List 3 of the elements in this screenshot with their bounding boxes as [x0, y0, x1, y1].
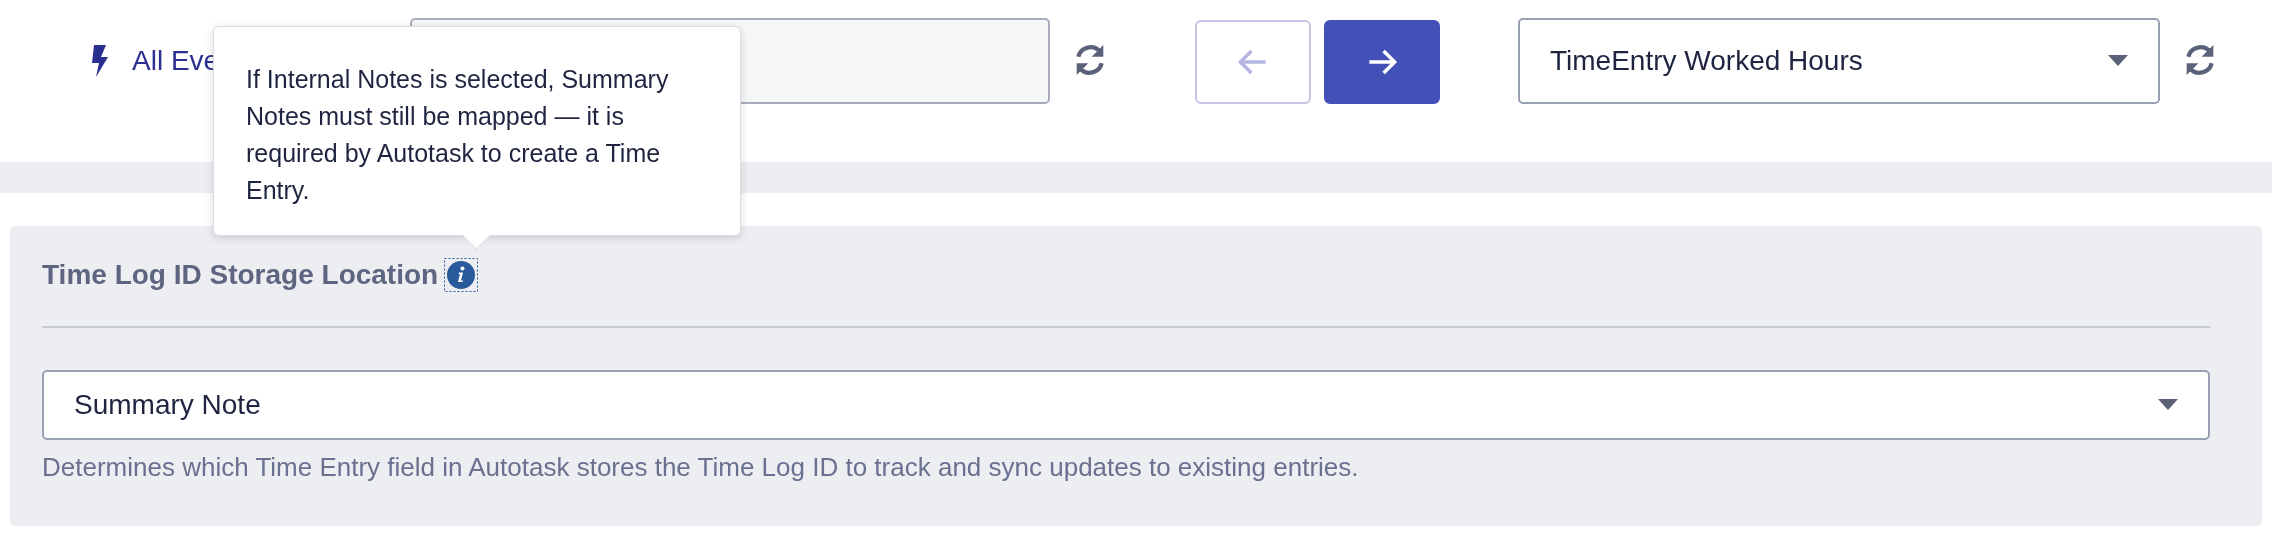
help-text: Determines which Time Entry field in Autotask stores the Time Log ID to track and sync updates to existing entries. [42, 452, 1360, 483]
tooltip: If Internal Notes is selected, Summary Notes must still be mapped — it is required by Autotask to create a Time Entry. [213, 26, 741, 236]
panel-title: Time Log ID Storage Location [42, 259, 439, 291]
